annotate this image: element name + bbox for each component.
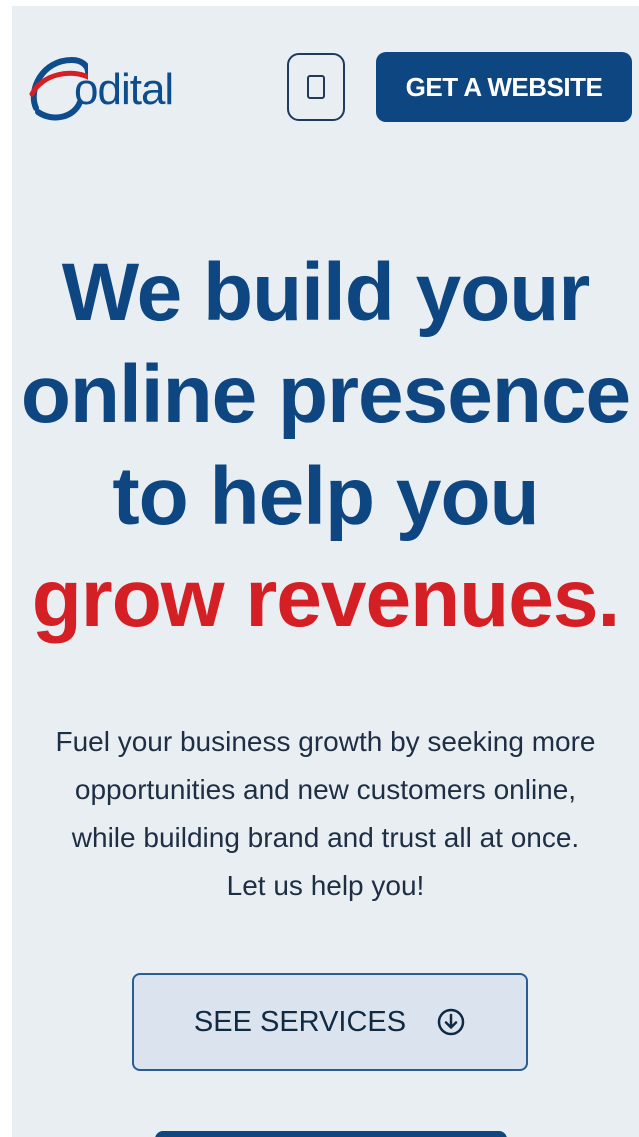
headline-accent: grow revenues. (31, 553, 621, 644)
arrow-down-circle-icon (437, 1008, 465, 1036)
headline-line-2: online presence (20, 349, 631, 440)
subtext-line-2: opportunities and new customers online, (74, 774, 577, 805)
see-services-label: SEE SERVICES (193, 1005, 407, 1038)
headline-line-1: We build your (61, 247, 591, 338)
hero-subtext: Fuel your business growth by seeking mor… (12, 718, 639, 910)
headline-line-3: to help you (112, 451, 539, 542)
page: odital GET A WEBSITE We build your onlin… (12, 6, 639, 1137)
next-button-peek[interactable] (155, 1131, 507, 1137)
subtext-line-1: Fuel your business growth by seeking mor… (55, 726, 596, 757)
get-a-website-button[interactable]: GET A WEBSITE (376, 52, 632, 122)
subtext-line-3: while building brand and trust all at on… (71, 822, 580, 853)
menu-toggle-icon (307, 75, 325, 99)
subtext-line-4: Let us help you! (226, 870, 425, 901)
see-services-button[interactable]: SEE SERVICES (132, 973, 528, 1071)
site-logo[interactable]: odital (28, 50, 238, 126)
hero-headline: We build your online presence to help yo… (12, 242, 639, 650)
menu-toggle-button[interactable] (287, 53, 345, 121)
logo-wordmark: odital (74, 65, 174, 114)
site-header: odital GET A WEBSITE (12, 6, 639, 166)
